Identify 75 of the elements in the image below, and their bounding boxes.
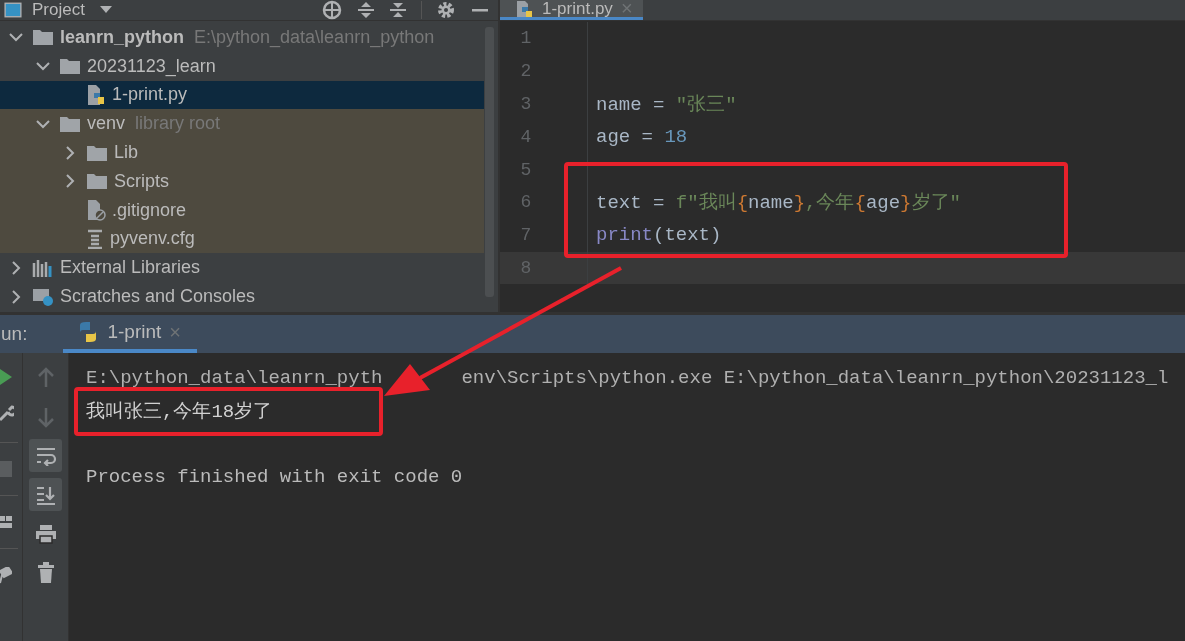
program-output: 我叫张三,今年18岁了 <box>86 399 273 424</box>
chevron-right-icon[interactable] <box>65 145 75 160</box>
libraries-icon <box>32 257 54 278</box>
tree-item[interactable]: Scratches and Consoles <box>0 282 484 311</box>
folder-icon <box>86 143 108 162</box>
tree-item[interactable]: External Libraries <box>0 253 484 283</box>
tree-label: .gitignore <box>112 199 187 221</box>
chevron-down-icon[interactable] <box>36 61 50 72</box>
scrollbar[interactable] <box>485 27 494 297</box>
tree-label: 1-print.py <box>112 84 188 106</box>
folder-icon <box>86 172 108 191</box>
line-number: 6 <box>519 192 533 213</box>
scratches-icon <box>32 287 54 306</box>
chevron-down-icon[interactable] <box>9 32 23 43</box>
tree-item[interactable]: 1-print.py <box>0 80 484 110</box>
scroll-to-end-button[interactable] <box>29 478 62 511</box>
arrow-down-icon <box>36 405 55 428</box>
tree-item[interactable]: venv library root <box>0 109 484 139</box>
code-line: age = 18 <box>596 125 688 148</box>
chevron-right-icon[interactable] <box>11 289 21 304</box>
line-number: 2 <box>519 61 533 82</box>
tree-label: 20231123_learn <box>87 55 216 77</box>
trash-icon <box>36 561 55 584</box>
tree-label: Lib <box>114 142 139 164</box>
tree-item[interactable]: .gitignore <box>0 195 484 225</box>
dropdown-caret-icon[interactable] <box>98 5 113 15</box>
tree-item[interactable]: leanrn_python E:\python_data\leanrn_python <box>0 23 484 52</box>
tree-hint: E:\python_data\leanrn_python <box>194 26 435 48</box>
chevron-down-icon[interactable] <box>36 118 50 129</box>
run-icon[interactable] <box>0 368 12 386</box>
project-icon <box>4 2 22 18</box>
tree-hint: library root <box>135 113 221 135</box>
code-line: text = f"我叫{name},今年{age}岁了" <box>596 191 961 216</box>
tree-item[interactable]: pyvenv.cfg <box>0 224 484 254</box>
collapse-all-icon[interactable] <box>389 0 407 20</box>
exit-status: Process finished with exit code 0 <box>86 465 463 488</box>
folder-icon <box>59 57 81 76</box>
tree-label: pyvenv.cfg <box>110 228 195 250</box>
line-number: 1 <box>519 28 533 49</box>
tree-label: venv <box>87 113 126 135</box>
chevron-right-icon[interactable] <box>65 174 75 189</box>
line-number: 3 <box>519 94 533 114</box>
expand-all-icon[interactable] <box>357 0 375 20</box>
tree-item[interactable]: 20231123_learn <box>0 51 484 81</box>
crosshair-icon[interactable] <box>321 0 343 20</box>
soft-wrap-button[interactable] <box>29 439 62 472</box>
config-file-icon <box>86 228 104 249</box>
tree-label: Scratches and Consoles <box>60 286 256 308</box>
tree-item[interactable]: Lib <box>0 138 484 167</box>
run-tab[interactable]: 1-print × <box>63 315 197 353</box>
line-number: 4 <box>519 126 533 147</box>
tree-label: Scripts <box>114 170 169 192</box>
tree-item[interactable]: Scripts <box>0 167 484 196</box>
code-line: print(text) <box>596 224 722 247</box>
panel-title[interactable]: Project <box>32 0 85 20</box>
chevron-right-icon[interactable] <box>11 260 21 275</box>
command-line: E:\python_data\leanrn_pyth <box>86 366 383 389</box>
printer-icon <box>34 523 57 544</box>
ignored-file-icon <box>86 199 106 222</box>
line-number: 5 <box>519 159 533 180</box>
layout-icon[interactable] <box>0 514 12 530</box>
panel-label: un: <box>1 323 28 345</box>
line-number: 7 <box>519 225 533 246</box>
command-line: env\Scripts\python.exe E:\python_data\leanrn_python\20231123_l <box>461 366 1169 389</box>
arrow-up-icon <box>36 366 55 389</box>
code-line: name = "张三" <box>596 93 737 117</box>
python-file-icon <box>86 84 106 106</box>
tree-label: External Libraries <box>60 257 201 279</box>
folder-icon <box>59 114 81 133</box>
scroll-end-icon <box>34 484 57 505</box>
python-file-icon <box>516 0 534 18</box>
tree-label: leanrn_python <box>60 26 184 48</box>
folder-icon <box>32 28 54 47</box>
editor-tab[interactable]: 1-print.py × <box>500 0 643 20</box>
wrap-icon <box>34 445 57 466</box>
